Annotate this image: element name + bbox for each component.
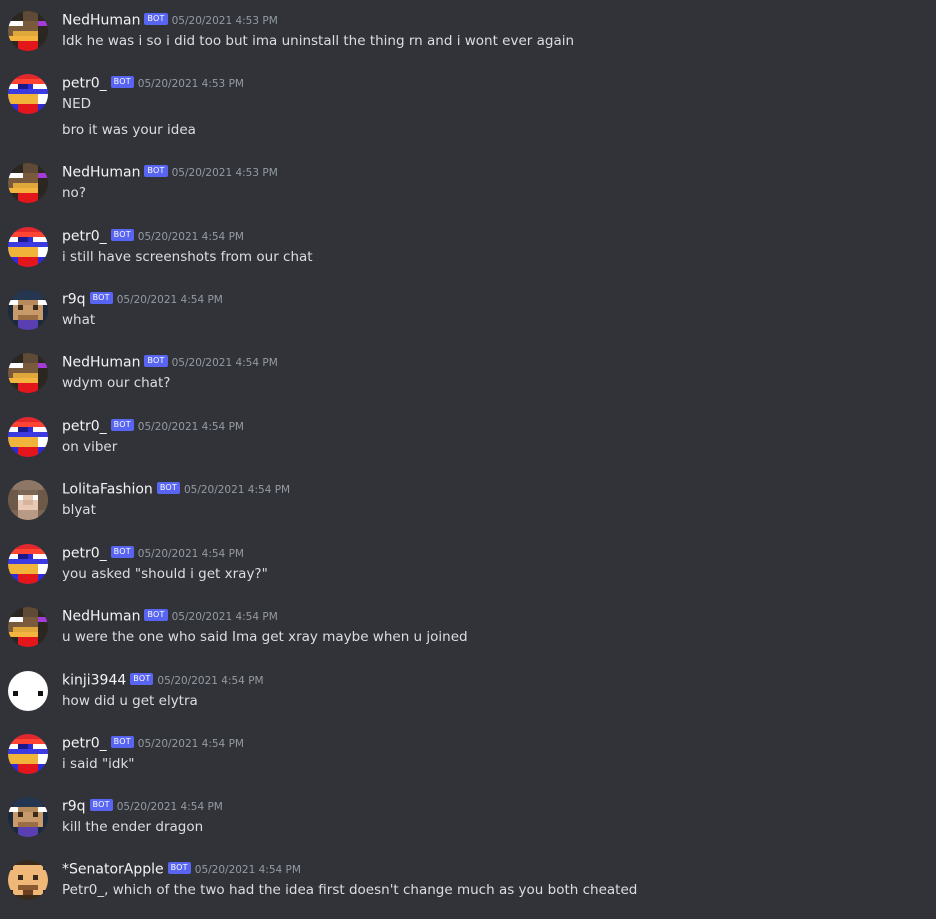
bot-tag: BOT: [89, 291, 113, 304]
message: NedHuman BOT 05/20/2021 4:54 PM u were the…: [0, 596, 936, 659]
username[interactable]: *SenatorApple: [62, 862, 164, 878]
message-text: what: [62, 312, 96, 328]
bot-tag: BOT: [156, 481, 180, 494]
message: r9q BOT 05/20/2021 4:54 PM what: [0, 279, 936, 342]
message-text: NED: [62, 96, 92, 112]
message-text: i said "idk": [62, 756, 135, 772]
bot-tag: BOT: [144, 164, 168, 177]
message: *SenatorApple BOT 05/20/2021 4:54 PM Petr0…: [0, 849, 936, 919]
bot-tag: BOT: [130, 672, 154, 685]
timestamp: 05/20/2021 4:54 PM: [194, 863, 301, 876]
petr0-avatar[interactable]: [8, 74, 48, 114]
message-text: on viber: [62, 439, 118, 455]
nedhuman-avatar[interactable]: [8, 353, 48, 393]
nedhuman-avatar[interactable]: [8, 607, 48, 647]
r9q-avatar[interactable]: [8, 290, 48, 330]
username[interactable]: NedHuman: [62, 355, 140, 371]
petr0-avatar[interactable]: [8, 417, 48, 457]
timestamp: 05/20/2021 4:53 PM: [137, 77, 244, 90]
message: LolitaFashion BOT 05/20/2021 4:54 PM blyat: [0, 469, 936, 532]
bot-tag: BOT: [110, 418, 134, 431]
message-text: how did u get elytra: [62, 693, 198, 709]
message-text: blyat: [62, 502, 96, 518]
nedhuman-avatar[interactable]: [8, 11, 48, 51]
bot-tag: BOT: [89, 798, 113, 811]
bot-tag: BOT: [110, 228, 134, 241]
message-text: wdym our chat?: [62, 375, 171, 391]
message: NedHuman BOT 05/20/2021 4:53 PM no?: [0, 152, 936, 215]
r9q-avatar[interactable]: [8, 797, 48, 837]
message: petr0_ BOT 05/20/2021 4:54 PM on viber: [0, 406, 936, 469]
username[interactable]: petr0_: [62, 736, 107, 752]
username[interactable]: petr0_: [62, 229, 107, 245]
chat-log: NedHuman BOT 05/20/2021 4:53 PM Idk he was…: [0, 0, 936, 919]
username[interactable]: r9q: [62, 292, 86, 308]
message-text: Petr0_, which of the two had the idea fi…: [62, 882, 638, 898]
timestamp: 05/20/2021 4:54 PM: [157, 674, 264, 687]
petr0-avatar[interactable]: [8, 544, 48, 584]
message-text: kill the ender dragon: [62, 819, 204, 835]
message: kinji3944 BOT 05/20/2021 4:54 PM how did u…: [0, 660, 936, 723]
timestamp: 05/20/2021 4:54 PM: [171, 356, 278, 369]
message: petr0_ BOT 05/20/2021 4:54 PM you asked "s…: [0, 533, 936, 596]
username[interactable]: petr0_: [62, 546, 107, 562]
timestamp: 05/20/2021 4:54 PM: [137, 420, 244, 433]
timestamp: 05/20/2021 4:54 PM: [116, 293, 223, 306]
petr0-avatar[interactable]: [8, 734, 48, 774]
timestamp: 05/20/2021 4:54 PM: [137, 547, 244, 560]
username[interactable]: NedHuman: [62, 165, 140, 181]
message: r9q BOT 05/20/2021 4:54 PM kill the ender …: [0, 786, 936, 849]
petr0-avatar[interactable]: [8, 227, 48, 267]
lolitafashion-avatar[interactable]: [8, 480, 48, 520]
nedhuman-avatar[interactable]: [8, 163, 48, 203]
bot-tag: BOT: [144, 354, 168, 367]
username[interactable]: NedHuman: [62, 13, 140, 29]
username[interactable]: r9q: [62, 799, 86, 815]
message-text: i still have screenshots from our chat: [62, 249, 313, 265]
bot-tag: BOT: [144, 608, 168, 621]
timestamp: 05/20/2021 4:54 PM: [137, 737, 244, 750]
bot-tag: BOT: [144, 12, 168, 25]
timestamp: 05/20/2021 4:54 PM: [171, 610, 278, 623]
bot-tag: BOT: [110, 75, 134, 88]
bot-tag: BOT: [167, 861, 191, 874]
timestamp: 05/20/2021 4:54 PM: [137, 230, 244, 243]
message-text: Idk he was i so i did too but ima uninst…: [62, 33, 575, 49]
message: NedHuman BOT 05/20/2021 4:54 PM wdym our c…: [0, 342, 936, 405]
message: petr0_ BOT 05/20/2021 4:54 PM i said "idk": [0, 723, 936, 786]
bot-tag: BOT: [110, 545, 134, 558]
username[interactable]: petr0_: [62, 419, 107, 435]
bot-tag: BOT: [110, 735, 134, 748]
timestamp: 05/20/2021 4:53 PM: [171, 14, 278, 27]
senatorapple-avatar[interactable]: [8, 860, 48, 900]
message: NedHuman BOT 05/20/2021 4:53 PM Idk he was…: [0, 0, 936, 63]
message-text: bro it was your idea: [62, 122, 196, 138]
timestamp: 05/20/2021 4:54 PM: [116, 800, 223, 813]
timestamp: 05/20/2021 4:53 PM: [171, 166, 278, 179]
message: petr0_ BOT 05/20/2021 4:53 PM NED bro it w…: [0, 63, 936, 152]
username[interactable]: petr0_: [62, 76, 107, 92]
username[interactable]: NedHuman: [62, 609, 140, 625]
message-text: u were the one who said Ima get xray may…: [62, 629, 468, 645]
message: petr0_ BOT 05/20/2021 4:54 PM i still have…: [0, 216, 936, 279]
kinji3944-avatar[interactable]: [8, 671, 48, 711]
username[interactable]: kinji3944: [62, 673, 126, 689]
username[interactable]: LolitaFashion: [62, 482, 153, 498]
message-text: no?: [62, 185, 86, 201]
message-text: you asked "should i get xray?": [62, 566, 268, 582]
timestamp: 05/20/2021 4:54 PM: [183, 483, 291, 496]
